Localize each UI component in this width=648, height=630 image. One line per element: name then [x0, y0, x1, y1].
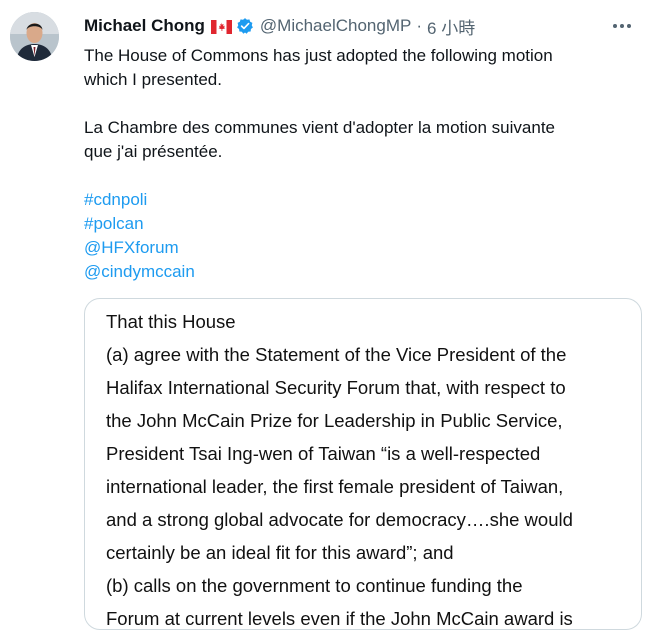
more-options-icon[interactable] — [608, 16, 636, 36]
attached-image[interactable]: That this House (a) agree with the State… — [84, 298, 642, 630]
motion-line: Forum at current levels even if the John… — [106, 608, 573, 629]
author-name[interactable]: Michael Chong — [84, 16, 205, 36]
tweet-text-line: which I presented. — [84, 70, 222, 89]
verified-badge-icon — [236, 17, 254, 35]
motion-line: That this House — [106, 311, 236, 332]
motion-line: (a) agree with the Statement of the Vice… — [106, 344, 567, 365]
motion-line: international leader, the first female p… — [106, 476, 564, 497]
hashtag-link[interactable]: #cdnpoli — [84, 188, 624, 212]
motion-line: (b) calls on the government to continue … — [106, 575, 523, 596]
canada-flag-icon — [210, 19, 232, 34]
motion-line: Halifax International Security Forum tha… — [106, 377, 566, 398]
author-handle[interactable]: @MichaelChongMP — [260, 16, 411, 36]
motion-text: That this House (a) agree with the State… — [106, 305, 573, 629]
tweet-text-line: The House of Commons has just adopted th… — [84, 46, 553, 65]
motion-line: certainly be an ideal fit for this award… — [106, 542, 454, 563]
motion-line: and a strong global advocate for democra… — [106, 509, 573, 530]
tweet-timestamp[interactable]: 6 小時 — [427, 14, 475, 39]
hashtag-link[interactable]: #polcan — [84, 212, 624, 236]
mention-link[interactable]: @cindymccain — [84, 260, 624, 284]
mention-link[interactable]: @HFXforum — [84, 236, 624, 260]
avatar[interactable] — [10, 12, 59, 61]
tweet-header: Michael Chong @MichaelChongMP · 6 小時 — [84, 14, 475, 38]
tweet-text-line: La Chambre des communes vient d'adopter … — [84, 118, 556, 137]
header-separator: · — [416, 16, 423, 35]
motion-line: the John McCain Prize for Leadership in … — [106, 410, 563, 431]
tweet-text-line: que j'ai présentée. — [84, 142, 223, 161]
tweet-body: The House of Commons has just adopted th… — [84, 44, 624, 284]
motion-line: President Tsai Ing-wen of Taiwan “is a w… — [106, 443, 541, 464]
